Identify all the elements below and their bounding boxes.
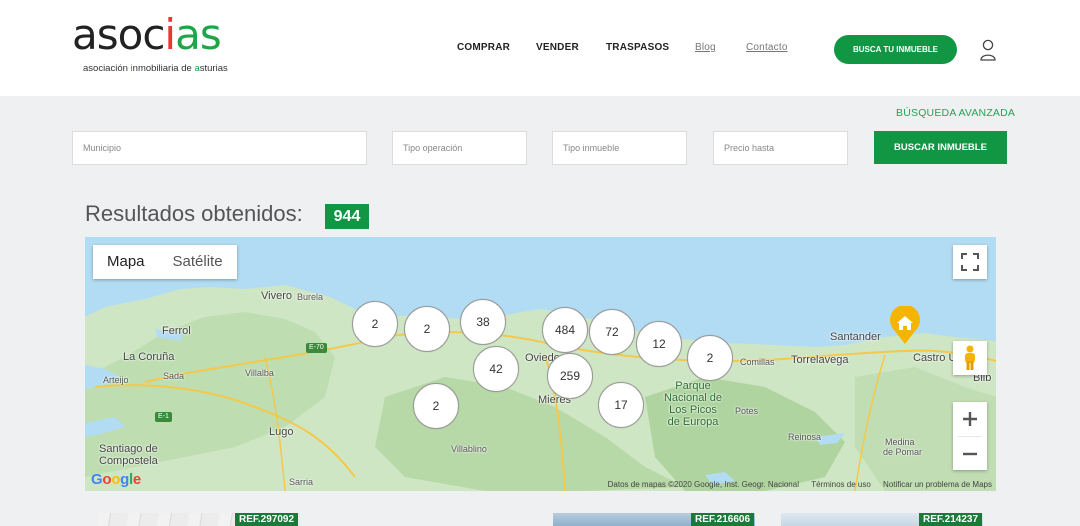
busca-tu-inmueble-button[interactable]: BUSCA TU INMUEBLE <box>834 35 957 64</box>
place-label: Santiago de <box>99 443 158 455</box>
nav-contacto[interactable]: Contacto <box>746 42 788 53</box>
map-cluster[interactable]: 17 <box>598 382 644 428</box>
map-cluster[interactable]: 12 <box>636 321 682 367</box>
precio-hasta-select[interactable] <box>713 131 848 165</box>
fullscreen-button[interactable] <box>953 245 987 279</box>
road-shield: E-70 <box>306 343 327 353</box>
results-title: Resultados obtenidos: <box>85 201 303 226</box>
map-cluster[interactable]: 38 <box>460 299 506 345</box>
place-label: Compostela <box>99 455 158 467</box>
buscar-inmueble-button[interactable]: BUSCAR INMUEBLE <box>874 131 1007 164</box>
place-label: Santander <box>830 331 881 343</box>
property-ref-badge: REF.214237 <box>919 513 983 526</box>
place-label: Comillas <box>740 357 775 367</box>
report-problem-link[interactable]: Notificar un problema de Maps <box>883 480 992 489</box>
map-cluster[interactable]: 42 <box>473 346 519 392</box>
municipio-field[interactable] <box>72 131 367 165</box>
fullscreen-icon <box>961 253 979 271</box>
place-label: Burela <box>297 292 324 302</box>
precio-hasta-input[interactable] <box>724 133 847 163</box>
park-label: Parque Nacional de Los Picos de Europa <box>663 380 723 428</box>
place-label: Villablino <box>451 444 487 454</box>
map-cluster[interactable]: 2 <box>352 301 398 347</box>
place-label: de Pomar <box>883 447 923 457</box>
google-logo: Google <box>91 471 141 488</box>
municipio-input[interactable] <box>83 133 366 163</box>
place-label: Medina <box>885 437 915 447</box>
place-label: La Coruña <box>123 351 175 363</box>
nav-blog[interactable]: Blog <box>695 42 716 53</box>
map-cluster[interactable]: 484 <box>542 307 588 353</box>
map-cluster[interactable]: 259 <box>547 353 593 399</box>
property-ref-badge: REF.216606 <box>691 513 755 526</box>
map-attribution: Datos de mapas ©2020 Google, Inst. Geogr… <box>598 480 992 489</box>
tipo-inmueble-select[interactable] <box>552 131 687 165</box>
terms-link[interactable]: Términos de uso <box>811 480 871 489</box>
tipo-operacion-input[interactable] <box>403 133 526 163</box>
asocias-logo[interactable]: asocias asociación inmobiliaria de astur… <box>72 14 237 76</box>
place-label: Torrelavega <box>791 354 849 366</box>
pegman-icon <box>965 345 975 370</box>
results-count-badge: 944 <box>325 204 369 229</box>
place-label: Sarria <box>289 477 314 487</box>
site-header: asocias asociación inmobiliaria de astur… <box>0 0 1080 96</box>
map-type-satelite[interactable]: Satélite <box>159 245 237 279</box>
zoom-in-icon <box>963 412 977 426</box>
place-label: Potes <box>735 406 759 416</box>
place-label: Ferrol <box>162 325 191 337</box>
place-label: Vivero <box>261 290 292 302</box>
nav-vender[interactable]: VENDER <box>536 42 579 53</box>
map-cluster[interactable]: 2 <box>404 306 450 352</box>
advanced-search-link[interactable]: BÚSQUEDA AVANZADA <box>896 107 1015 119</box>
property-ref-badge: REF.297092 <box>235 513 299 526</box>
logo-wordmark: asocias <box>72 10 222 59</box>
place-label: Lugo <box>269 426 294 438</box>
zoom-control <box>953 402 987 470</box>
place-label: Villalba <box>245 368 274 378</box>
zoom-out-button[interactable] <box>953 437 987 470</box>
street-view-button[interactable] <box>953 341 987 375</box>
place-label: Arteijo <box>103 375 129 385</box>
results-map[interactable]: Mapa Satélite Vivero Burela Ferrol La Co… <box>85 237 996 491</box>
map-cluster[interactable]: 72 <box>589 309 635 355</box>
zoom-out-icon <box>963 452 977 455</box>
nav-comprar[interactable]: COMPRAR <box>457 42 510 53</box>
place-label: Reinosa <box>788 432 822 442</box>
logo-tagline: asociación inmobiliaria de asturias <box>83 63 228 74</box>
map-cluster[interactable]: 2 <box>413 383 459 429</box>
home-icon[interactable] <box>888 306 922 346</box>
place-label: Castro U <box>913 352 957 364</box>
zoom-in-button[interactable] <box>953 402 987 436</box>
tipo-inmueble-input[interactable] <box>563 133 686 163</box>
map-data-credit: Datos de mapas ©2020 Google, Inst. Geogr… <box>607 480 799 489</box>
user-icon[interactable] <box>979 39 997 61</box>
place-label: Sada <box>163 371 185 381</box>
map-type-control: Mapa Satélite <box>93 245 237 279</box>
tipo-operacion-select[interactable] <box>392 131 527 165</box>
nav-traspasos[interactable]: TRASPASOS <box>606 42 669 53</box>
map-type-mapa[interactable]: Mapa <box>93 245 159 279</box>
map-cluster[interactable]: 2 <box>687 335 733 381</box>
road-shield: E-1 <box>155 412 172 422</box>
